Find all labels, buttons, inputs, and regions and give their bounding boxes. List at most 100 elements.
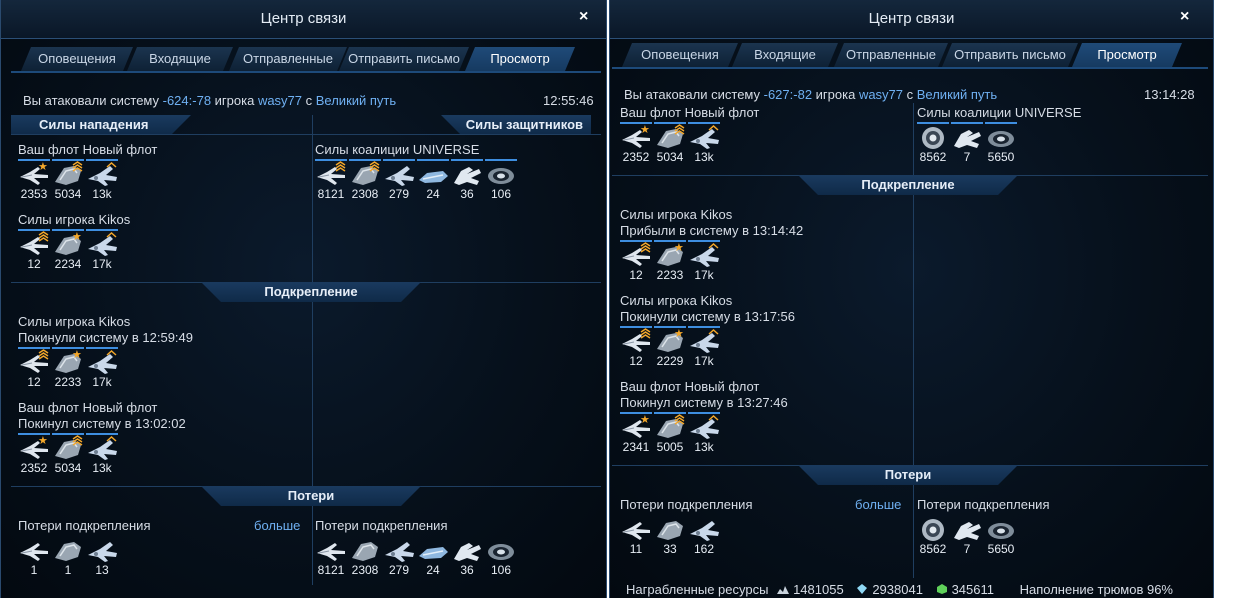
ship-cell[interactable]: 5650 xyxy=(985,122,1017,164)
ship-cell[interactable]: ★ 2234 xyxy=(52,229,84,271)
ship-cell[interactable]: 12 xyxy=(18,229,50,271)
ship-cell[interactable]: 8562 xyxy=(917,122,949,164)
close-icon[interactable]: × xyxy=(1180,8,1189,26)
battle-time: 12:55:46 xyxy=(543,93,594,108)
ship-cell[interactable]: 2308 xyxy=(349,535,381,577)
rank-star-icon: ★ xyxy=(640,124,650,136)
losses-title: Потери подкрепления xyxy=(315,518,447,534)
bomber-icon xyxy=(690,521,719,541)
tab-view[interactable]: Просмотр xyxy=(465,47,575,71)
ship-cell[interactable]: 13 xyxy=(86,535,118,577)
ship-cell[interactable]: 13k xyxy=(688,412,720,454)
player-link[interactable]: wasy77 xyxy=(258,93,302,108)
ship-cell[interactable]: 13k xyxy=(688,122,720,164)
ship-cell[interactable]: 5034 xyxy=(52,433,84,475)
close-icon[interactable]: × xyxy=(579,8,588,26)
tab-compose[interactable]: Отправить письмо xyxy=(339,47,469,71)
ship-cell[interactable]: ★ 2353 xyxy=(18,159,50,201)
ship-cell[interactable]: 2308 xyxy=(349,159,381,201)
ship-row: 1 1 13 xyxy=(18,535,120,577)
fleet-event: Покинул систему в 13:02:02 xyxy=(18,416,186,431)
ship-cell[interactable]: 17k xyxy=(688,326,720,368)
ship-health-bar xyxy=(417,159,449,161)
ship-cell[interactable]: 17k xyxy=(688,240,720,282)
rank-chevron-icon xyxy=(106,435,117,442)
crystal-icon xyxy=(857,584,868,594)
ship-cell[interactable]: 279 xyxy=(383,159,415,201)
ship-cell[interactable]: 7 xyxy=(951,122,983,164)
ship-count: 5005 xyxy=(656,440,684,454)
fleet-link[interactable]: Великий путь xyxy=(917,87,997,102)
rank-chevron-icon xyxy=(106,231,117,238)
more-link[interactable]: больше xyxy=(855,497,901,512)
ship-cell[interactable]: 162 xyxy=(688,514,720,556)
ship-cell[interactable]: ★ 2233 xyxy=(52,347,84,389)
ship-cell[interactable]: 36 xyxy=(451,159,483,201)
fleet-name: Силы игрока Kikos xyxy=(620,293,733,308)
ship-health-bar xyxy=(688,514,720,516)
ship-health-bar xyxy=(451,535,483,537)
ship-cell[interactable]: 24 xyxy=(417,159,449,201)
ship-count: 8562 xyxy=(919,542,947,556)
ship-cell[interactable]: 106 xyxy=(485,535,517,577)
fighter-icon xyxy=(317,543,345,561)
system-coords-link[interactable]: -624:-78 xyxy=(163,93,211,108)
tab-notifications[interactable]: Оповещения xyxy=(622,43,738,67)
fighter-icon xyxy=(622,522,650,540)
ship-cell[interactable]: 1 xyxy=(18,535,50,577)
ship-cell[interactable]: 5005 xyxy=(654,412,686,454)
ship-cell[interactable]: 13k xyxy=(86,433,118,475)
comm-center-window-left: Центр связи × Оповещения Входящие Отправ… xyxy=(0,0,607,598)
ship-cell[interactable]: 8121 xyxy=(315,159,347,201)
ship-cell[interactable]: ★ 2352 xyxy=(18,433,50,475)
rank-chevron-icon xyxy=(72,161,83,172)
headline-text: игрока xyxy=(812,87,859,102)
ship-cell[interactable]: 33 xyxy=(654,514,686,556)
ship-cell[interactable]: 17k xyxy=(86,347,118,389)
ship-cell[interactable]: 17k xyxy=(86,229,118,271)
ship-cell[interactable]: 8562 xyxy=(917,514,949,556)
tab-inbox[interactable]: Входящие xyxy=(127,47,233,71)
tab-notifications[interactable]: Оповещения xyxy=(21,47,133,71)
ship-count: 1 xyxy=(64,563,72,577)
ship-cell[interactable]: 5034 xyxy=(654,122,686,164)
ship-count: 12 xyxy=(27,257,41,271)
tab-view[interactable]: Просмотр xyxy=(1072,43,1182,67)
ship-cell[interactable]: 5034 xyxy=(52,159,84,201)
ship-cell[interactable]: ★ 2229 xyxy=(654,326,686,368)
ship-cell[interactable]: 24 xyxy=(417,535,449,577)
ship-count: 5034 xyxy=(54,187,82,201)
ship-cell[interactable]: 7 xyxy=(951,514,983,556)
ship-cell[interactable]: 1 xyxy=(52,535,84,577)
ship-cell[interactable]: ★ 2233 xyxy=(654,240,686,282)
ship-cell[interactable]: 11 xyxy=(620,514,652,556)
ship-count: 5650 xyxy=(987,542,1015,556)
fleet-name: Ваш флот Новый флот xyxy=(18,400,158,415)
tab-compose[interactable]: Отправить письмо xyxy=(942,43,1078,67)
ship-cell[interactable]: 279 xyxy=(383,535,415,577)
ship-cell[interactable]: ★ 2341 xyxy=(620,412,652,454)
ship-cell[interactable]: 8121 xyxy=(315,535,347,577)
battle-headline: Вы атаковали систему -624:-78 игрока was… xyxy=(23,93,396,108)
ship-count: 8121 xyxy=(317,187,345,201)
more-link[interactable]: больше xyxy=(254,518,300,533)
headline-text: с xyxy=(903,87,917,102)
ship-cell[interactable]: 106 xyxy=(485,159,517,201)
claw-icon xyxy=(954,130,981,148)
ship-cell[interactable]: 5650 xyxy=(985,514,1017,556)
tab-sent[interactable]: Отправленные xyxy=(229,47,347,71)
ship-count: 12 xyxy=(629,354,643,368)
ship-cell[interactable]: 13k xyxy=(86,159,118,201)
ship-cell[interactable]: 36 xyxy=(451,535,483,577)
ship-cell[interactable]: ★ 2352 xyxy=(620,122,652,164)
ship-cell[interactable]: 12 xyxy=(18,347,50,389)
ship-count: 11 xyxy=(629,542,643,556)
ship-cell[interactable]: 12 xyxy=(620,240,652,282)
system-coords-link[interactable]: -627:-82 xyxy=(764,87,812,102)
player-link[interactable]: wasy77 xyxy=(859,87,903,102)
ship-health-bar xyxy=(349,535,381,537)
tab-sent[interactable]: Отправленные xyxy=(834,43,948,67)
ship-cell[interactable]: 12 xyxy=(620,326,652,368)
fleet-link[interactable]: Великий путь xyxy=(316,93,396,108)
tab-inbox[interactable]: Входящие xyxy=(732,43,838,67)
